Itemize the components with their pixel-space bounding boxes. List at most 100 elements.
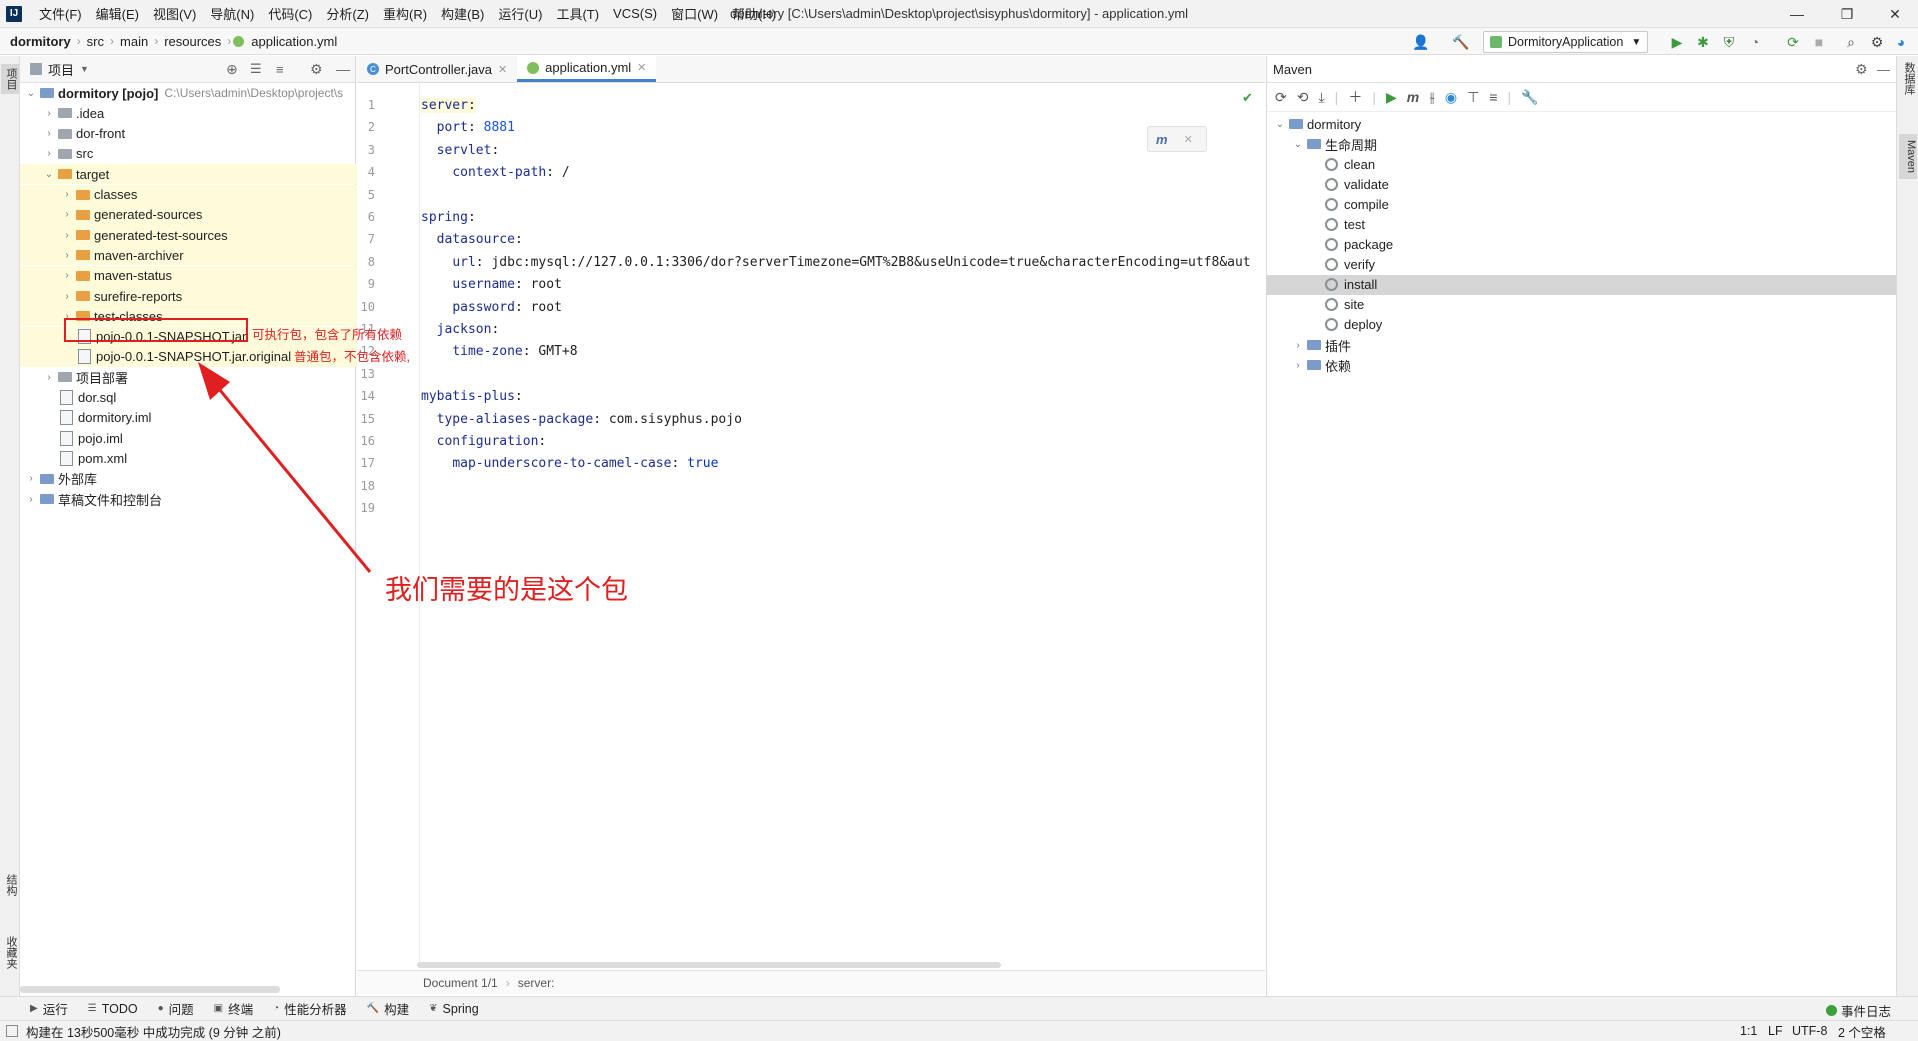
toggle-offline-icon[interactable]: ⫳	[1429, 89, 1435, 106]
tool-tab[interactable]: 🔨 构建	[357, 999, 419, 1018]
skip-tests-icon[interactable]: ◉	[1445, 89, 1457, 106]
execute-goal-icon[interactable]: m	[1407, 89, 1419, 105]
add-icon[interactable]: ＋	[1348, 87, 1362, 107]
code-line[interactable]: port: 8881	[421, 120, 515, 135]
chevron-right-icon[interactable]: ›	[1291, 360, 1305, 371]
chevron-right-icon[interactable]: ›	[60, 230, 74, 241]
favorites-tool-tab[interactable]: 收藏夹	[1, 936, 19, 969]
status-message[interactable]: 构建在 13秒500毫秒 中成功完成 (9 分钟 之前)	[26, 1022, 281, 1041]
search-icon[interactable]: ⌕	[1842, 33, 1860, 51]
run-icon[interactable]: ▶	[1386, 89, 1397, 106]
chevron-right-icon[interactable]: ›	[60, 291, 74, 302]
collapse-all-icon[interactable]: ≡	[1489, 89, 1497, 105]
maven-goal-compile[interactable]: compile	[1267, 194, 1896, 214]
chevron-down-icon[interactable]: ⌄	[1273, 119, 1287, 130]
gear-icon[interactable]: ⚙	[1855, 61, 1868, 78]
hide-icon[interactable]: —	[1877, 62, 1890, 77]
menu-item[interactable]: 分析(Z)	[319, 4, 376, 23]
close-button[interactable]: ✕	[1872, 0, 1918, 28]
tree-item[interactable]: › generated-sources	[20, 204, 395, 225]
menu-item[interactable]: 代码(C)	[261, 4, 319, 23]
project-pane-title[interactable]: 项目	[48, 60, 74, 79]
maven-reload-popup[interactable]: m ✕	[1147, 126, 1207, 152]
locate-file-icon[interactable]: ⊕	[226, 61, 238, 78]
build-hammer-icon[interactable]: 🔨	[1452, 33, 1470, 51]
chevron-down-icon[interactable]: ▼	[80, 64, 89, 74]
code-line[interactable]: mybatis-plus:	[421, 389, 523, 404]
tree-item[interactable]: › maven-archiver	[20, 245, 395, 266]
collapse-all-icon[interactable]: ≡	[276, 62, 284, 77]
menu-item[interactable]: 窗口(W)	[664, 4, 725, 23]
tool-tab[interactable]: ● 问题	[148, 999, 204, 1018]
menu-item[interactable]: VCS(S)	[606, 6, 664, 21]
tree-item[interactable]: ⌄ dormitory [pojo] C:\Users\admin\Desktop\…	[20, 83, 359, 103]
code-line[interactable]: jackson:	[421, 322, 500, 337]
maven-goal-package[interactable]: package	[1267, 234, 1896, 254]
menu-item[interactable]: 构建(B)	[434, 4, 491, 23]
code-line[interactable]: type-aliases-package: com.sisyphus.pojo	[421, 412, 742, 427]
expand-all-icon[interactable]: ☰	[250, 61, 262, 77]
maven-dependencies[interactable]: › 依赖	[1267, 355, 1896, 375]
document-indicator[interactable]: Document 1/1	[423, 976, 498, 990]
code-line[interactable]: map-underscore-to-camel-case: true	[421, 456, 718, 471]
database-tool-tab[interactable]: 数据库	[1899, 62, 1917, 95]
run-icon[interactable]: ▶	[1668, 33, 1686, 51]
indent-setting[interactable]: 2 个空格	[1838, 1022, 1886, 1041]
breadcrumb-item[interactable]: dormitory	[6, 34, 75, 49]
update-icon[interactable]: ⟳	[1784, 33, 1802, 51]
close-icon[interactable]: ✕	[1184, 133, 1193, 146]
maven-goal-install[interactable]: install	[1267, 274, 1896, 295]
maven-goal-deploy[interactable]: deploy	[1267, 315, 1896, 335]
chevron-right-icon[interactable]: ›	[24, 494, 38, 505]
code-line[interactable]: spring:	[421, 210, 476, 225]
chevron-right-icon[interactable]: ›	[60, 209, 74, 220]
run-configuration-select[interactable]: DormitoryApplication ▼	[1483, 31, 1649, 53]
download-icon[interactable]: ⤓	[1318, 89, 1324, 106]
code-line[interactable]: password: root	[421, 300, 562, 315]
maven-plugins[interactable]: › 插件	[1267, 335, 1896, 355]
tree-item[interactable]: ⌄ target	[20, 164, 377, 185]
tree-item[interactable]: › classes	[20, 184, 395, 205]
horizontal-scrollbar[interactable]	[417, 962, 1001, 968]
tool-tab[interactable]: ❦ Spring	[419, 1002, 489, 1016]
stop-icon[interactable]: ■	[1810, 33, 1828, 51]
chevron-right-icon[interactable]: ›	[42, 372, 56, 383]
tool-tab[interactable]: ◔ 性能分析器	[263, 999, 357, 1018]
file-encoding[interactable]: UTF-8	[1792, 1024, 1827, 1038]
yaml-path[interactable]: server:	[518, 976, 555, 990]
menu-item[interactable]: 重构(R)	[376, 4, 434, 23]
coverage-icon[interactable]: ⛨	[1720, 33, 1738, 51]
chevron-down-icon[interactable]: ⌄	[24, 88, 38, 99]
tree-item[interactable]: › dor-front	[20, 124, 377, 144]
chevron-right-icon[interactable]: ›	[42, 108, 56, 119]
maven-lifecycle[interactable]: ⌄ 生命周期	[1267, 134, 1896, 154]
code-line[interactable]: configuration:	[421, 434, 547, 449]
cursor-position[interactable]: 1:1	[1740, 1024, 1757, 1038]
settings-icon[interactable]: ⚙	[1868, 33, 1886, 51]
chevron-down-icon[interactable]: ⌄	[1291, 139, 1305, 150]
maven-goal-site[interactable]: site	[1267, 295, 1896, 315]
code-line[interactable]: context-path: /	[421, 165, 569, 180]
code-line[interactable]: time-zone: GMT+8	[421, 344, 577, 359]
close-icon[interactable]: ✕	[498, 63, 507, 76]
tool-tab[interactable]: ☰ TODO	[78, 1002, 148, 1016]
tab-application-yml[interactable]: application.yml ✕	[517, 56, 657, 82]
chevron-right-icon[interactable]: ›	[42, 148, 56, 159]
tree-item[interactable]: › maven-status	[20, 265, 395, 286]
menu-item[interactable]: 导航(N)	[203, 4, 261, 23]
chevron-down-icon[interactable]: ⌄	[42, 169, 56, 180]
code-line[interactable]: servlet:	[421, 143, 500, 158]
tree-item[interactable]: › src	[20, 144, 377, 164]
generate-sources-icon[interactable]: ⟲	[1297, 89, 1309, 106]
tree-item[interactable]: › generated-test-sources	[20, 225, 395, 246]
code-line[interactable]: username: root	[421, 277, 562, 292]
gear-icon[interactable]: ⚙	[310, 61, 323, 78]
project-tool-tab[interactable]: 项目	[1, 64, 19, 94]
status-toggle-icon[interactable]	[6, 1025, 18, 1037]
maven-goal-verify[interactable]: verify	[1267, 255, 1896, 275]
event-log-button[interactable]: 事件日志	[1826, 1001, 1891, 1020]
user-icon[interactable]: 👤	[1412, 33, 1430, 51]
maximize-button[interactable]: ❐	[1824, 0, 1870, 28]
chevron-right-icon[interactable]: ›	[1291, 340, 1305, 351]
breadcrumb-item[interactable]: src	[83, 34, 108, 49]
